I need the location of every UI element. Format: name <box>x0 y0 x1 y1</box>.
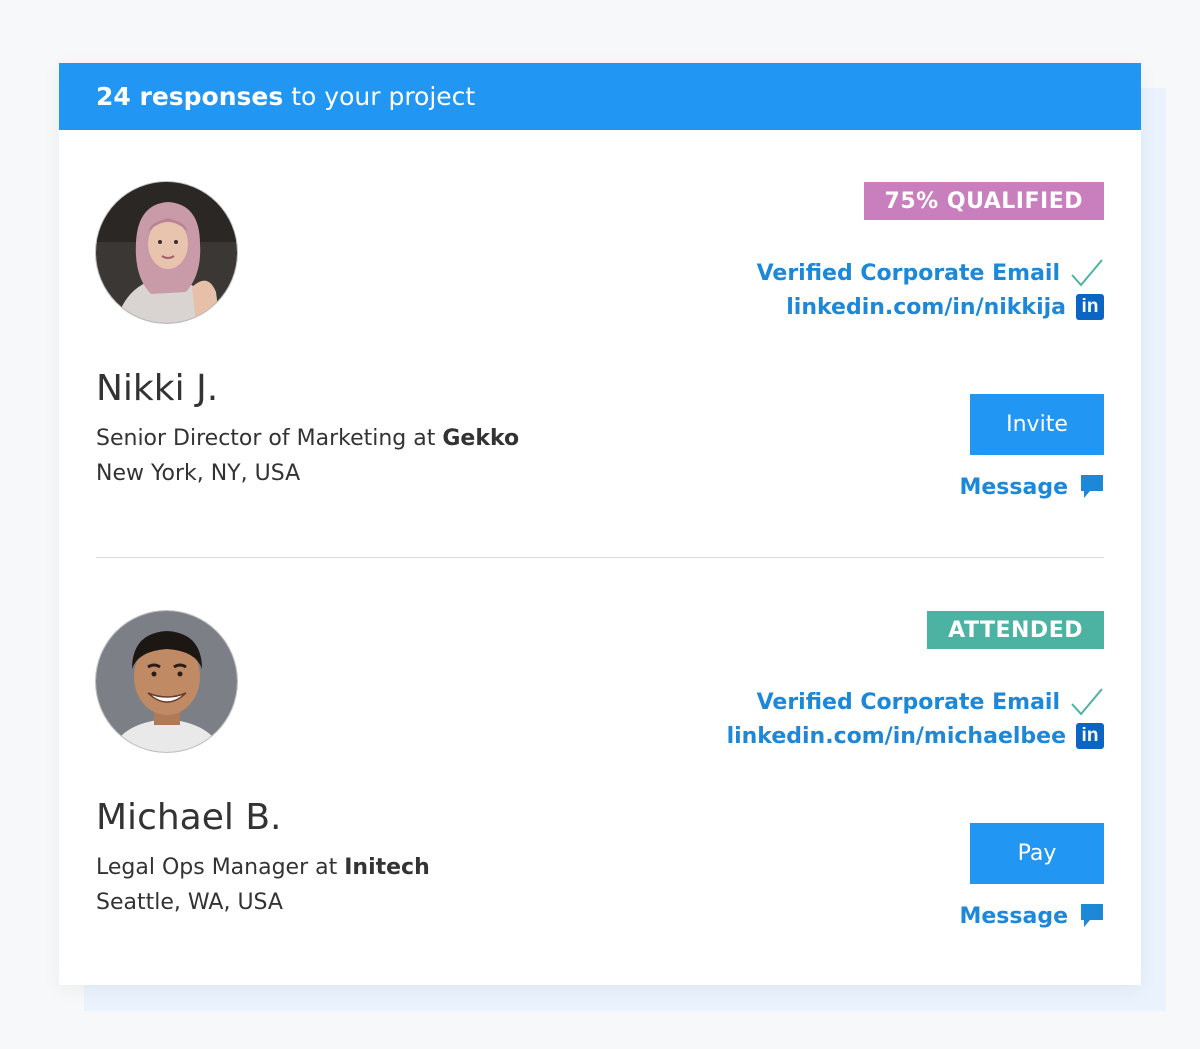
respondent-name: Michael B. <box>96 797 282 838</box>
status-badge: 75% QUALIFIED <box>863 182 1104 220</box>
verified-email-label: Verified Corporate Email <box>756 260 1060 286</box>
message-label: Message <box>959 474 1068 500</box>
check-icon <box>1070 258 1104 288</box>
chat-bubble-icon <box>1080 474 1104 500</box>
message-button[interactable]: Message <box>959 474 1104 500</box>
linkedin-url: linkedin.com/in/nikkija <box>786 294 1066 320</box>
row-divider <box>96 557 1104 558</box>
avatar[interactable] <box>96 611 237 752</box>
avatar-photo-michael <box>96 611 237 752</box>
avatar[interactable] <box>96 182 237 323</box>
responses-card: 24 responses to your project Nikki J. Se… <box>59 63 1141 985</box>
respondent-role: Senior Director of Marketing at <box>96 426 436 451</box>
chat-bubble-icon <box>1080 903 1104 929</box>
invite-button[interactable]: Invite <box>970 394 1104 455</box>
linkedin-link[interactable]: linkedin.com/in/nikkija in <box>786 294 1104 320</box>
respondent-title: Senior Director of Marketing at Gekko <box>96 426 519 451</box>
respondent-location: Seattle, WA, USA <box>96 890 283 915</box>
message-label: Message <box>959 903 1068 929</box>
respondent-role: Legal Ops Manager at <box>96 855 338 880</box>
status-badge: ATTENDED <box>927 611 1104 649</box>
check-icon <box>1070 687 1104 717</box>
response-count: 24 responses <box>96 82 284 111</box>
response-row: Nikki J. Senior Director of Marketing at… <box>59 130 1141 559</box>
response-row: Michael B. Legal Ops Manager at Initech … <box>59 559 1141 988</box>
verified-email: Verified Corporate Email <box>757 258 1104 288</box>
respondent-name: Nikki J. <box>96 368 219 409</box>
respondent-company: Gekko <box>442 426 520 451</box>
avatar-photo-nikki <box>96 182 237 323</box>
linkedin-url: linkedin.com/in/michaelbee <box>726 723 1066 749</box>
linkedin-link[interactable]: linkedin.com/in/michaelbee in <box>727 723 1104 749</box>
header-subtitle: to your project <box>291 82 476 111</box>
linkedin-icon: in <box>1076 294 1104 320</box>
message-button[interactable]: Message <box>959 903 1104 929</box>
verified-email: Verified Corporate Email <box>757 687 1104 717</box>
respondent-company: Initech <box>344 855 430 880</box>
linkedin-icon: in <box>1076 723 1104 749</box>
respondent-location: New York, NY, USA <box>96 461 301 486</box>
respondent-title: Legal Ops Manager at Initech <box>96 855 430 880</box>
verified-email-label: Verified Corporate Email <box>756 689 1060 715</box>
pay-button[interactable]: Pay <box>970 823 1104 884</box>
page: 24 responses to your project Nikki J. Se… <box>0 0 1200 1049</box>
card-header: 24 responses to your project <box>59 63 1141 130</box>
